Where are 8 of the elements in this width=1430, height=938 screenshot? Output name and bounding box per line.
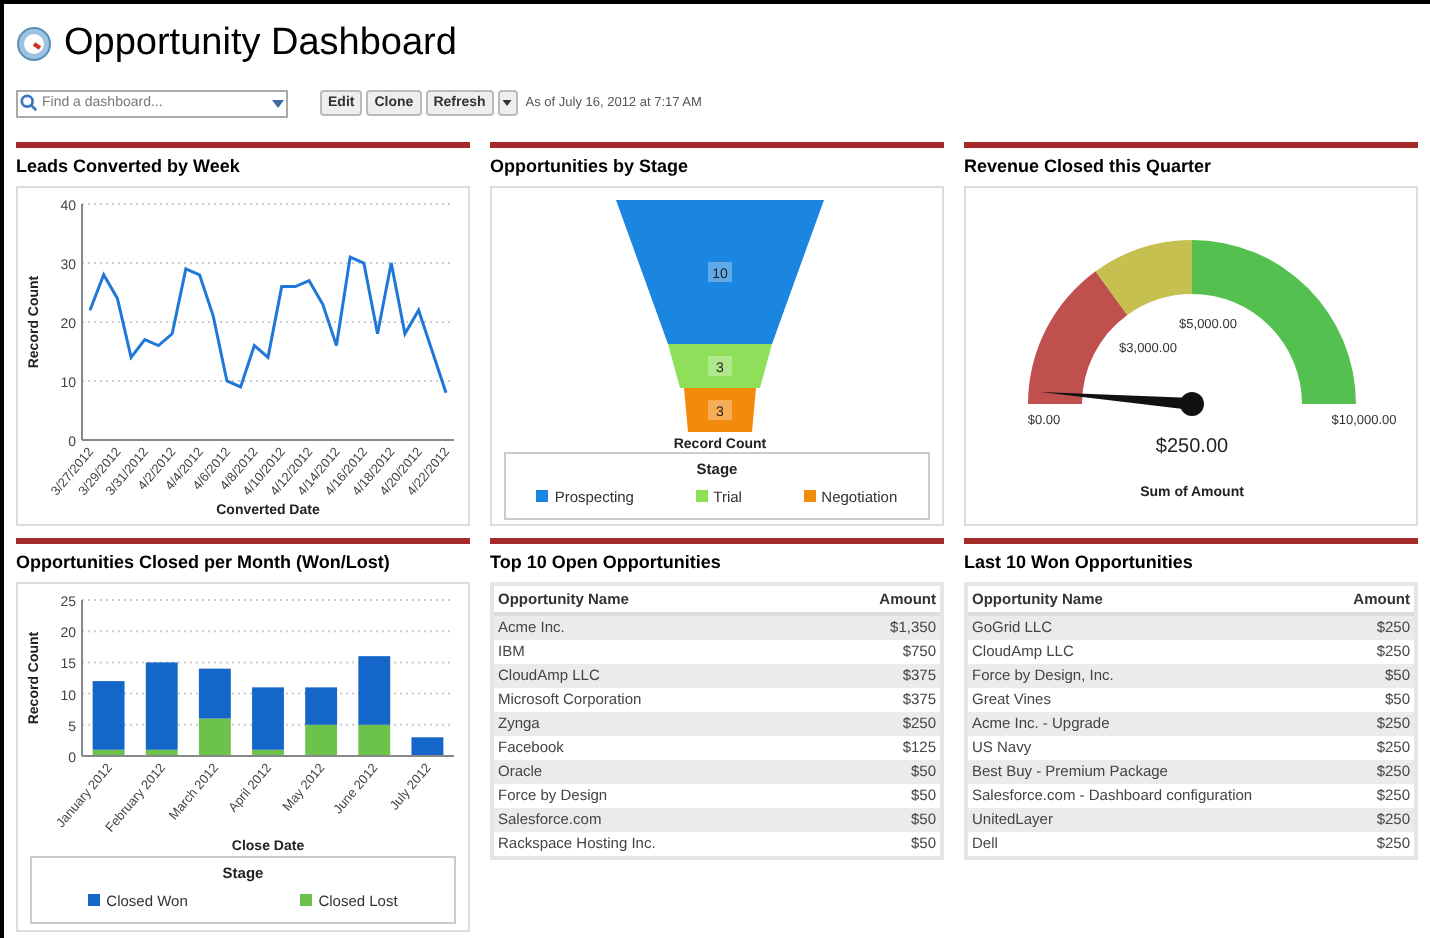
gauge-reading: $250.00 [1155, 435, 1229, 457]
panel-title: Leads Converted by Week [16, 155, 242, 177]
page-title: Opportunity Dashboard [64, 20, 457, 68]
panel-title: Top 10 Open Opportunities [490, 551, 723, 573]
panel-title: Opportunities by Stage [490, 155, 691, 177]
panel-title: Revenue Closed this Quarter [964, 155, 1214, 177]
panel-title: Opportunities Closed per Month (Won/Lost) [16, 551, 392, 573]
panel-title: Last 10 Won Opportunities [964, 551, 1195, 573]
